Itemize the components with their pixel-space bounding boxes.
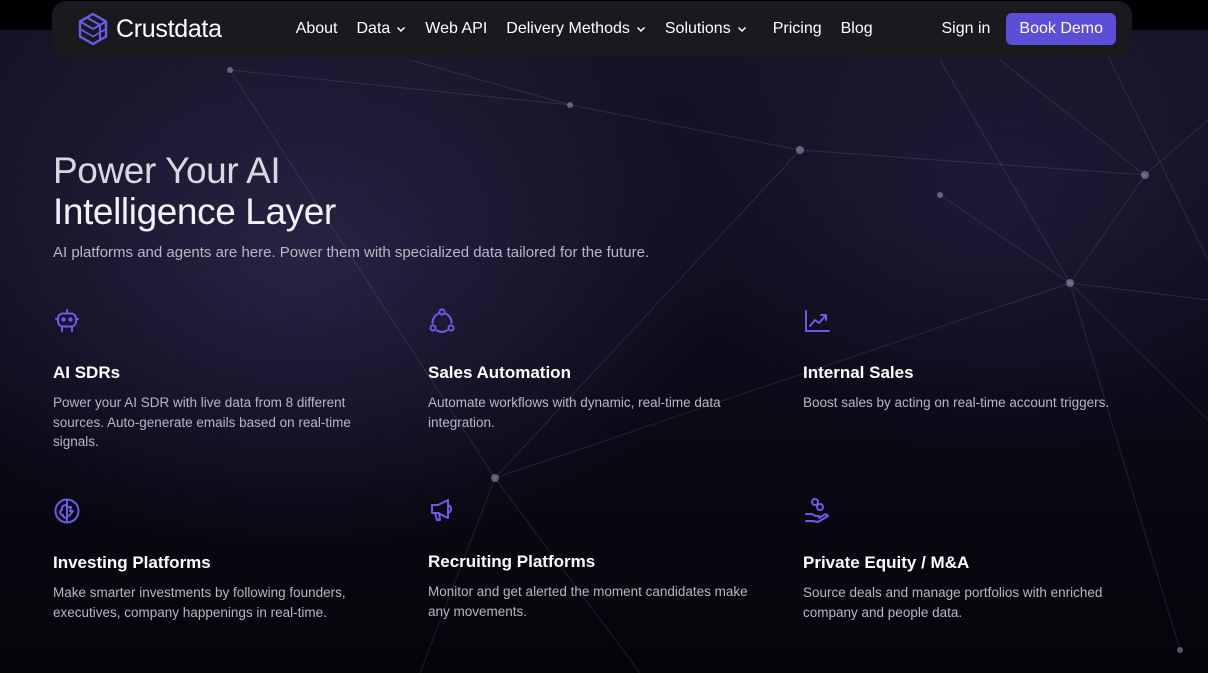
brand-name: Crustdata: [116, 14, 222, 43]
hero: Power Your AI Intelligence Layer AI plat…: [53, 150, 649, 261]
nav-about[interactable]: About: [296, 20, 338, 38]
nav-solutions[interactable]: Solutions: [665, 20, 747, 38]
nav-item-label: Pricing: [772, 20, 822, 37]
hero-title: Power Your AI Intelligence Layer: [53, 150, 473, 232]
brain-icon: [53, 497, 81, 525]
nav-item-label: About: [295, 20, 338, 37]
nav-item-label: Blog: [840, 20, 873, 37]
feature-card-private-equity: Private Equity / M&A Source deals and ma…: [803, 497, 1133, 622]
nav-item-label: Data: [356, 20, 391, 37]
navbar: Crustdata About Data Web API Delivery Me…: [52, 1, 1132, 57]
feature-description: Monitor and get alerted the moment candi…: [428, 584, 748, 619]
nav-data[interactable]: Data: [357, 20, 407, 38]
hand-coins-icon: [803, 497, 831, 525]
nav-blog[interactable]: Blog: [841, 20, 873, 38]
chevron-down-icon: [737, 24, 747, 34]
feature-description: Power your AI SDR with live data from 8 …: [53, 395, 351, 449]
nav-web-api[interactable]: Web API: [425, 20, 487, 38]
feature-card-internal-sales: Internal Sales Boost sales by acting on …: [803, 307, 1133, 413]
trend-chart-icon: [803, 307, 831, 335]
chevron-down-icon: [396, 24, 406, 34]
nav-item-label: Delivery Methods: [506, 20, 630, 37]
feature-description: Make smarter investments by following fo…: [53, 585, 346, 620]
feature-description: Automate workflows with dynamic, real-ti…: [428, 395, 721, 430]
hero-subtitle: AI platforms and agents are here. Power …: [53, 244, 650, 261]
feature-card-ai-sdrs: AI SDRs Power your AI SDR with live data…: [53, 307, 383, 452]
sign-in-link[interactable]: Sign in: [941, 20, 990, 38]
brand-logo[interactable]: Crustdata: [76, 12, 222, 46]
megaphone-icon: [428, 496, 456, 524]
feature-card-sales-automation: Sales Automation Automate workflows with…: [428, 307, 758, 432]
book-demo-button[interactable]: Book Demo: [1006, 13, 1116, 45]
feature-card-investing-platforms: Investing Platforms Make smarter investm…: [53, 497, 383, 622]
feature-title: Investing Platforms: [53, 553, 211, 572]
feature-title: Sales Automation: [428, 363, 571, 382]
feature-title: Internal Sales: [803, 363, 914, 382]
feature-card-recruiting-platforms: Recruiting Platforms Monitor and get ale…: [428, 496, 758, 621]
nav-pricing[interactable]: Pricing: [773, 20, 822, 38]
nav-actions: Sign in Book Demo: [941, 13, 1116, 45]
nav-item-label: Solutions: [664, 20, 731, 37]
feature-title: Recruiting Platforms: [428, 552, 596, 571]
nav-delivery-methods[interactable]: Delivery Methods: [506, 20, 646, 38]
feature-title: Private Equity / M&A: [803, 553, 970, 572]
main-menu: About Data Web API Delivery Methods Solu…: [296, 20, 892, 38]
feature-description: Boost sales by acting on real-time accou…: [803, 395, 1110, 410]
hexagon-cube-icon: [76, 12, 110, 46]
nav-item-label: Web API: [425, 20, 488, 37]
robot-icon: [53, 307, 81, 335]
chevron-down-icon: [636, 24, 646, 34]
feature-title: AI SDRs: [53, 363, 121, 382]
hero-title-line-2: Intelligence Layer: [53, 191, 336, 232]
workflow-cycle-icon: [428, 307, 456, 335]
hero-title-line-1: Power Your AI: [53, 150, 281, 191]
feature-description: Source deals and manage portfolios with …: [803, 585, 1103, 620]
